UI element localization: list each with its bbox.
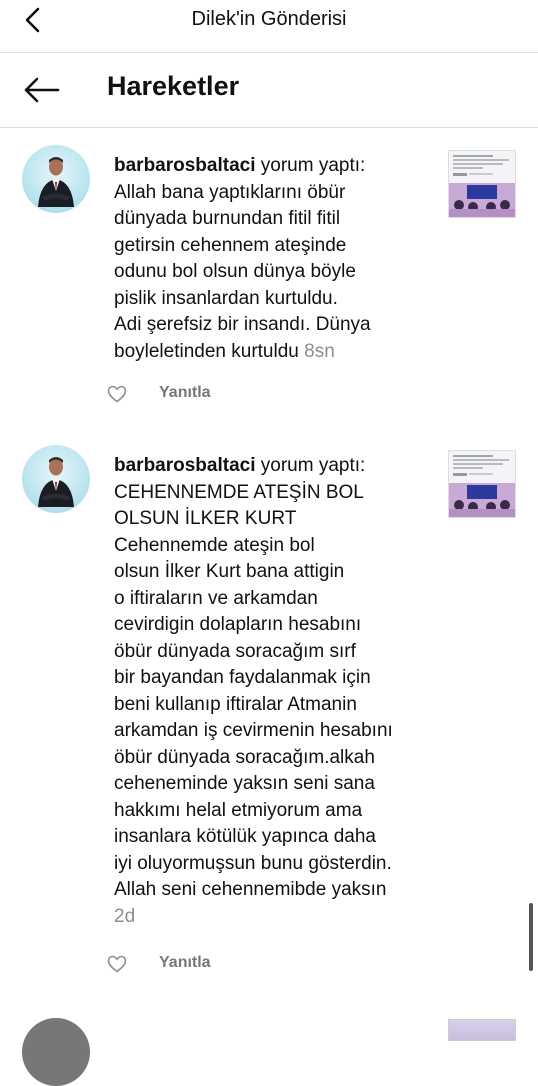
comment-line: getirsin cehennem ateşinde xyxy=(114,234,347,256)
activity-item: barbarosbaltaci yorum yaptı: CEHENNEMDE … xyxy=(0,428,538,988)
comment-line: iyi oluyormuşsun bunu gösterdin. xyxy=(114,852,392,874)
reply-button[interactable]: Yanıtla xyxy=(159,384,211,402)
comment-timestamp: 8sn xyxy=(304,340,335,362)
comment-line: o iftiraların ve arkamdan xyxy=(114,587,318,609)
comment-line: arkamdan iş cevirmenin hesabını xyxy=(114,720,393,741)
post-thumbnail[interactable] xyxy=(448,450,516,518)
comment-line: Cehennemde ateşin bol xyxy=(114,534,315,556)
comment-timestamp: 2d xyxy=(114,905,136,927)
post-thumbnail[interactable] xyxy=(448,1019,516,1041)
post-thumbnail-image xyxy=(449,451,515,517)
comment-line: Adi şerefsiz bir insandı. Dünya xyxy=(114,314,371,335)
scrollbar[interactable] xyxy=(529,903,533,971)
comment-username[interactable]: barbarosbaltaci xyxy=(114,455,256,476)
comment-line: cevirdigin dolapların hesabını xyxy=(114,614,362,635)
comment-text: barbarosbaltaci yorum yaptı: Allah bana … xyxy=(114,153,424,365)
page-title: Hareketler xyxy=(107,71,240,101)
comment-line: Allah seni cehennemibde yaksın xyxy=(114,879,387,900)
comment-line: pislik insanlardan kurtuldu. xyxy=(114,287,338,309)
top-bar: Dilek'in Gönderisi xyxy=(0,0,538,53)
activity-item: barbarosbaltaci yorum yaptı: Allah bana … xyxy=(0,128,538,428)
person-avatar-image xyxy=(38,157,74,207)
comment-text: barbarosbaltaci yorum yaptı: CEHENNEMDE … xyxy=(114,453,424,930)
comment-line: boyleletinden kurtuldu xyxy=(114,340,299,362)
post-thumbnail[interactable] xyxy=(448,150,516,218)
comment-line: Allah bana yaptıklarını öbür xyxy=(114,181,346,203)
heart-icon[interactable] xyxy=(107,955,127,973)
comment-action: yorum yaptı: xyxy=(260,155,366,176)
avatar[interactable] xyxy=(22,145,90,213)
comment-line: OLSUN İLKER KURT xyxy=(114,508,297,529)
comment-actions: Yanıtla xyxy=(107,953,307,977)
comment-line: odunu bol olsun dünya böyle xyxy=(114,261,356,282)
post-title: Dilek'in Gönderisi xyxy=(191,8,347,30)
arrow-left-icon[interactable] xyxy=(22,75,62,105)
avatar[interactable] xyxy=(22,1018,90,1086)
comment-line: bir bayandan faydalanmak için xyxy=(114,667,371,688)
post-thumbnail-image xyxy=(449,151,515,217)
heart-icon[interactable] xyxy=(107,385,127,403)
comment-line: CEHENNEMDE ATEŞİN BOL xyxy=(114,481,364,503)
comment-line: insanlara kötülük yapınca daha xyxy=(114,826,376,847)
comment-username[interactable]: barbarosbaltaci xyxy=(114,155,256,176)
comment-line: olsun İlker Kurt bana attigin xyxy=(114,561,345,582)
comment-actions: Yanıtla xyxy=(107,383,307,407)
avatar[interactable] xyxy=(22,445,90,513)
activity-header: Hareketler xyxy=(0,53,538,128)
comment-line: hakkımı helal etmiyorum ama xyxy=(114,799,363,821)
comment-action: yorum yaptı: xyxy=(260,455,366,476)
comment-line: ceheneminde yaksın seni sana xyxy=(114,773,375,794)
comment-line: öbür dünyada soracağım sırf xyxy=(114,640,356,662)
comment-line: dünyada burnundan fitil fitil xyxy=(114,208,341,229)
comment-line: öbür dünyada soracağım.alkah xyxy=(114,746,375,768)
comment-line: beni kullanıp iftiralar Atmanin xyxy=(114,693,357,715)
reply-button[interactable]: Yanıtla xyxy=(159,954,211,972)
person-avatar-image xyxy=(38,457,74,507)
